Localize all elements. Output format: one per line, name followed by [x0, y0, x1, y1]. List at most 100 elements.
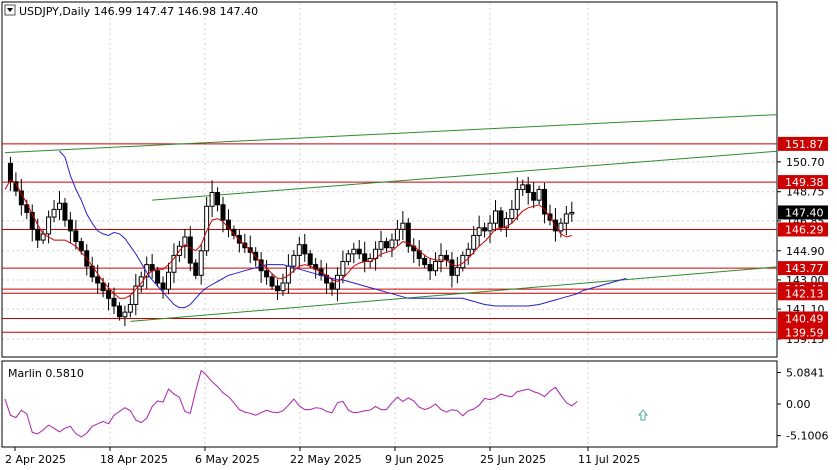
indicator-tick-label: -5.1006	[786, 430, 828, 443]
candle-body	[67, 219, 73, 232]
candle-body	[166, 271, 171, 290]
channel-line[interactable]	[152, 143, 837, 201]
candle	[89, 256, 95, 283]
candle-body	[215, 192, 221, 206]
candle-body	[536, 188, 542, 201]
candle-body	[558, 222, 564, 232]
level-badge-label: 149.38	[785, 176, 824, 189]
level-badge-label: 151.87	[785, 138, 824, 151]
candle	[525, 176, 531, 205]
candle-body	[542, 188, 548, 215]
candle-body	[356, 248, 362, 255]
candle-body	[427, 264, 433, 272]
symbol-line: USDJPY,Daily 146.99 147.47 146.98 147.40	[19, 5, 258, 18]
candle	[67, 212, 73, 243]
candle-body	[307, 253, 313, 266]
candle-body	[57, 202, 62, 210]
candle	[127, 295, 133, 318]
candle-body	[209, 192, 215, 207]
candle-body	[280, 282, 286, 292]
candle	[394, 219, 400, 246]
channel-line[interactable]	[4, 110, 837, 154]
candle	[204, 196, 210, 257]
candle-body	[520, 184, 526, 190]
indicator-tick-label: 0.00	[786, 398, 811, 411]
candle-body	[345, 253, 351, 263]
level-badge-label: 142.13	[785, 287, 824, 300]
candle	[171, 243, 177, 284]
candle	[416, 240, 422, 267]
candle-body	[493, 210, 498, 224]
candle-body	[302, 244, 308, 255]
candle	[296, 236, 302, 268]
candle	[193, 259, 199, 280]
candle-body	[449, 259, 455, 276]
date-label: 22 May 2025	[290, 453, 362, 466]
oscillator	[4, 369, 649, 438]
candle	[405, 217, 411, 253]
indicator-panel-frame	[1, 360, 778, 448]
candle	[160, 276, 166, 299]
price-axis: 150.70148.75146.85144.90143.00141.10139.…	[777, 136, 828, 346]
price-panel-frame	[1, 1, 778, 358]
candle	[563, 206, 569, 236]
candle-body	[35, 228, 41, 241]
date-axis: 2 Apr 2025 18 Apr 2025 6 May 2025 22 May 20…	[5, 447, 640, 466]
candle	[258, 252, 264, 283]
candle	[198, 244, 204, 285]
candle-body	[476, 227, 482, 236]
candle	[493, 200, 498, 232]
candle-body	[389, 239, 395, 249]
candle-body	[7, 162, 13, 183]
candle-body	[187, 236, 193, 264]
candle	[509, 200, 515, 224]
candle-body	[465, 248, 471, 256]
candle-body	[269, 276, 275, 287]
candle-body	[111, 297, 117, 307]
candle-body	[563, 213, 569, 224]
candle-body	[106, 290, 112, 299]
candle	[29, 204, 35, 242]
candle-body	[471, 234, 477, 250]
indicator-name: Marlin 0.5810	[8, 367, 84, 380]
candle-body	[509, 208, 515, 220]
candle	[106, 282, 112, 311]
candle-body	[422, 257, 428, 266]
candle-body	[46, 216, 52, 235]
candle	[373, 241, 379, 271]
candle	[427, 258, 433, 281]
candle-body	[220, 204, 226, 221]
candle-body	[95, 276, 101, 284]
candle	[443, 250, 449, 267]
oscillator-line	[4, 369, 578, 438]
candle	[569, 201, 575, 222]
candle-body	[487, 222, 493, 232]
candle	[318, 259, 324, 281]
candle-body	[116, 305, 122, 318]
candle-body	[531, 192, 537, 201]
candle	[280, 273, 286, 296]
candle-body	[334, 274, 340, 290]
candle-body	[498, 210, 504, 229]
chart-canvas: USDJPY,Daily 146.99 147.47 146.98 147.40…	[1, 1, 837, 466]
candle	[275, 279, 280, 301]
date-label: 25 Jun 2025	[480, 453, 546, 466]
candle	[225, 209, 231, 238]
candle	[531, 181, 537, 209]
price-tick-label: 144.90	[786, 245, 825, 258]
level-badge-label: 139.59	[785, 326, 824, 339]
up-arrow-icon	[637, 409, 649, 421]
level-badge-label: 146.29	[785, 223, 824, 236]
candle-body	[122, 311, 128, 318]
candle	[334, 267, 340, 302]
candle-body	[73, 230, 79, 243]
candle-body	[514, 188, 520, 210]
candle	[345, 250, 351, 266]
horizontal-levels	[2, 143, 777, 333]
candle-body	[275, 285, 280, 292]
candle-body	[525, 184, 531, 194]
grid	[2, 3, 777, 446]
candle-body	[296, 244, 302, 256]
candle-body	[443, 254, 449, 261]
level-badge-label: 140.49	[785, 312, 824, 325]
